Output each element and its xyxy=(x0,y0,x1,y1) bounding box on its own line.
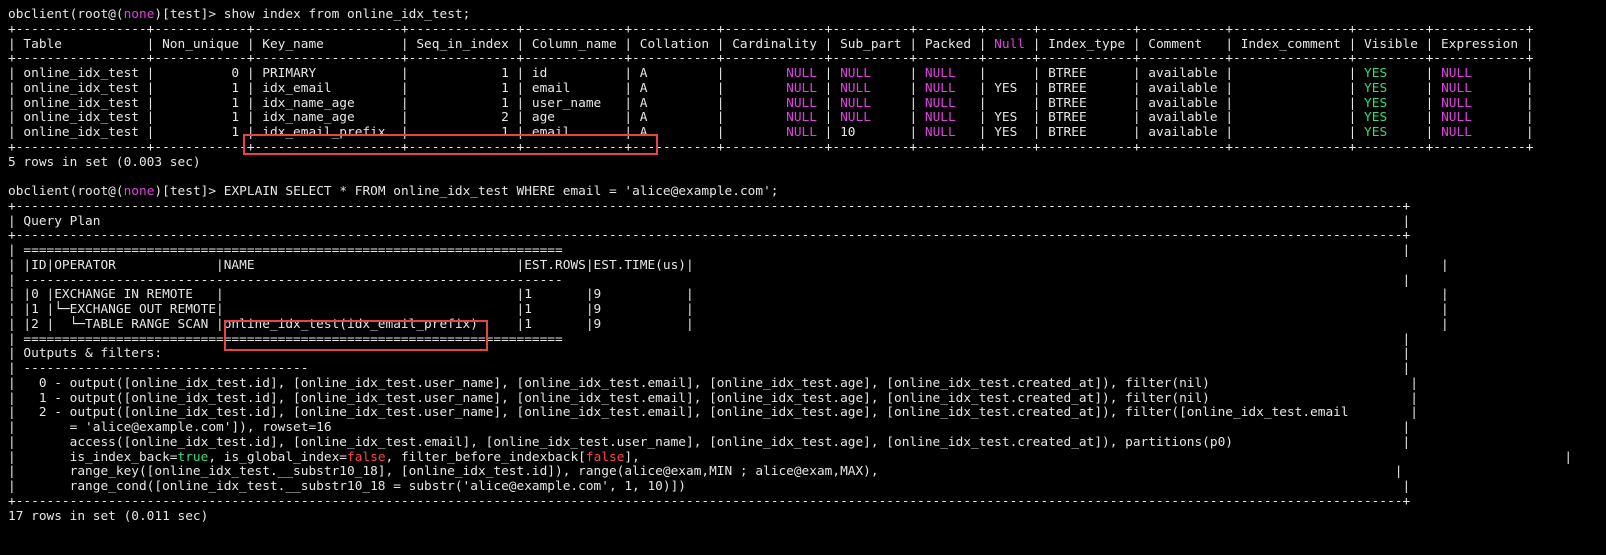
plan-line: | ======================================… xyxy=(8,331,1411,347)
visible-value: YES xyxy=(1364,125,1418,140)
terminal-window[interactable]: obclient(root@(none)[test]> show index f… xyxy=(0,0,1606,555)
index-table-row: | online_idx_test | 1 | idx_name_age | 2… xyxy=(8,110,1534,126)
plan-line: | |0 |EXCHANGE IN REMOTE | |1 |9 | | xyxy=(8,287,1449,303)
null-header: Null xyxy=(994,36,1025,52)
index-summary: 5 rows in set (0.003 sec) xyxy=(8,154,201,170)
prompt-none: none xyxy=(123,7,155,22)
plan-line: | 0 - output([online_idx_test.id], [onli… xyxy=(8,375,1418,391)
plan-table-border: +---------------------------------------… xyxy=(8,228,1411,244)
prompt: obclient(root@(none)[test]> xyxy=(8,7,224,22)
index-table-rows: | online_idx_test | 0 | PRIMARY | 1 | id… xyxy=(8,66,1534,140)
packed-value: NULL xyxy=(924,80,972,96)
plan-table-border: +---------------------------------------… xyxy=(8,493,1411,509)
plan-lines: | ======================================… xyxy=(8,243,1449,450)
prompt-none: none xyxy=(123,184,155,199)
index-table-border: +-----------------+------------+--------… xyxy=(8,51,1534,67)
packed-value: NULL xyxy=(924,110,972,126)
index-table-row: | online_idx_test | 1 | idx_name_age | 1… xyxy=(8,95,1534,111)
visible-value: YES xyxy=(1364,80,1418,96)
expression-value: NULL xyxy=(1441,66,1519,81)
value-false: false xyxy=(347,449,386,465)
index-table-row: | online_idx_test | 0 | PRIMARY | 1 | id… xyxy=(8,66,1534,81)
index-table-row: | online_idx_test | 1 | idx_email_prefix… xyxy=(8,125,1534,140)
visible-value: YES xyxy=(1364,66,1418,81)
index-table-row: | online_idx_test | 1 | idx_email | 1 | … xyxy=(8,80,1534,96)
plan-line: | 1 - output([online_idx_test.id], [onli… xyxy=(8,390,1418,406)
plan-line: | |ID|OPERATOR |NAME |EST.ROWS|EST.TIME(… xyxy=(8,257,1449,273)
expression-value: NULL xyxy=(1441,80,1519,96)
expression-value: NULL xyxy=(1441,95,1519,111)
visible-value: YES xyxy=(1364,95,1418,111)
command-explain: EXPLAIN SELECT * FROM online_idx_test WH… xyxy=(223,184,779,199)
command-show-index: show index from online_idx_test; xyxy=(223,7,471,22)
sub-part-value: NULL xyxy=(840,110,902,126)
plan-line: | Outputs & filters: | xyxy=(8,346,1411,362)
packed-value: NULL xyxy=(924,95,972,111)
plan-tail-lines: | range_key([online_idx_test.__substr10_… xyxy=(8,464,1410,494)
sub-part-value: NULL xyxy=(840,95,902,111)
expression-value: NULL xyxy=(1441,110,1519,126)
plan-line: | 2 - output([online_idx_test.id], [onli… xyxy=(8,405,1418,421)
value-false: false xyxy=(585,449,625,465)
plan-line: | ======================================… xyxy=(8,243,1411,258)
index-table-border: +-----------------+------------+--------… xyxy=(8,139,1534,155)
packed-value: NULL xyxy=(924,66,972,81)
plan-line: | |1 |└─EXCHANGE OUT REMOTE| |1 |9 | | xyxy=(8,302,1449,317)
cardinality-value: NULL xyxy=(732,110,817,126)
plan-line: | ------------------------------------- … xyxy=(8,361,1411,376)
cardinality-value: NULL xyxy=(732,80,817,96)
packed-value: NULL xyxy=(924,125,972,140)
cardinality-value: NULL xyxy=(732,66,817,81)
plan-table-header: | Query Plan | xyxy=(8,213,1411,229)
sub-part-value: NULL xyxy=(840,80,902,96)
plan-line: | --------------------------------------… xyxy=(8,272,1411,288)
cardinality-value: NULL xyxy=(732,125,817,140)
plan-flags-line: | is_index_back=true, is_global_index=fa… xyxy=(8,449,1573,465)
prompt: obclient(root@(none)[test]> xyxy=(8,184,224,199)
sub-part-value: 10 xyxy=(840,125,902,140)
plan-line: | |2 | └─TABLE RANGE SCAN |online_idx_te… xyxy=(8,316,1449,332)
index-table-header: | Table | Non_unique | Key_name | Seq_in… xyxy=(8,36,1534,52)
expression-value: NULL xyxy=(1441,125,1519,140)
plan-line: | = 'alice@example.com']), rowset=16 | xyxy=(8,420,1411,435)
value-true: true xyxy=(177,449,209,465)
plan-summary: 17 rows in set (0.011 sec) xyxy=(8,508,209,524)
plan-table-border: +---------------------------------------… xyxy=(8,198,1411,214)
index-table-border: +-----------------+------------+--------… xyxy=(8,21,1534,37)
plan-line: | range_key([online_idx_test.__substr10_… xyxy=(8,464,1403,480)
terminal-output: obclient(root@(none)[test]> show index f… xyxy=(8,7,1573,524)
plan-line: | range_cond([online_idx_test.__substr10… xyxy=(8,479,1411,494)
cardinality-value: NULL xyxy=(732,95,817,111)
plan-line: | access([online_idx_test.id], [online_i… xyxy=(8,434,1411,450)
sub-part-value: NULL xyxy=(840,66,902,81)
visible-value: YES xyxy=(1364,110,1418,126)
